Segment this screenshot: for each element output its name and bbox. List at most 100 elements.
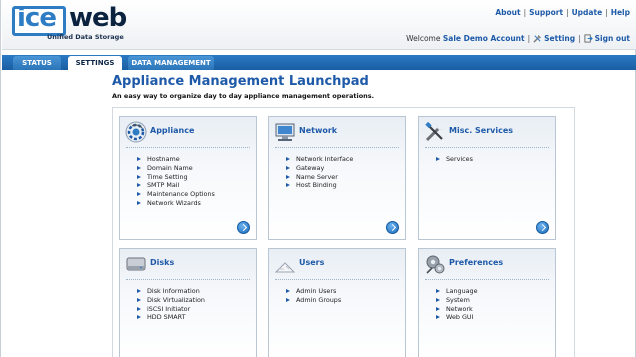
link-label: Host Binding [296, 181, 337, 190]
bullet-icon [436, 315, 440, 320]
page-subtitle: An easy way to organize day to day appli… [112, 92, 375, 100]
link-label: iSCSI Initiator [147, 304, 191, 313]
bullet-icon [436, 157, 440, 161]
user-bar: Welcome Sale Demo Account | Setting | Sign… [406, 34, 630, 43]
users-icon [274, 262, 296, 273]
tab-bar: STATUS SETTINGS DATA MANAGEMENT [2, 55, 636, 70]
link-label: SMTP Mail [147, 181, 180, 190]
link-label: Admin Groups [296, 295, 342, 304]
card-title-disks: Disks [150, 258, 175, 267]
link-hostname[interactable]: Hostname [137, 155, 215, 164]
link-language[interactable]: Language [436, 287, 478, 296]
bullet-icon [137, 306, 141, 311]
link-label: Hostname [147, 155, 180, 163]
separator: | [605, 8, 608, 17]
appliance-icon [125, 121, 147, 143]
logo-ice-text: ice [17, 3, 57, 33]
bullet-icon [436, 297, 440, 302]
disk-icon [126, 257, 146, 271]
link-disk-virtualization[interactable]: Disk Virtualization [137, 296, 205, 305]
link-admin-users[interactable]: Admin Users [286, 287, 341, 296]
bullet-icon [286, 174, 290, 179]
header: ice web Unified Data Storage About | Suppo… [2, 0, 636, 50]
bullet-icon [286, 165, 290, 170]
link-label: Domain Name [147, 163, 193, 172]
card-divider [126, 279, 250, 280]
card-divider [425, 147, 549, 148]
link-system[interactable]: System [436, 296, 478, 305]
link-label: Language [446, 287, 478, 295]
link-services[interactable]: Services [436, 155, 473, 164]
update-link[interactable]: Update [572, 8, 603, 17]
link-gateway[interactable]: Gateway [286, 164, 353, 173]
separator: | [523, 8, 527, 17]
card-divider [425, 279, 549, 280]
link-host-binding[interactable]: Host Binding [286, 181, 353, 190]
link-label: Network [446, 304, 473, 313]
logo-web-text: web [69, 3, 127, 33]
bullet-icon [137, 183, 141, 188]
chevron-right-icon [538, 223, 547, 232]
welcome-label: Welcome [406, 34, 441, 43]
link-network-wizards[interactable]: Network Wizards [137, 199, 215, 208]
bullet-icon [286, 289, 290, 293]
iceweb-logo[interactable]: ice web Unified Data Storage [12, 3, 137, 44]
link-label: Name Server [296, 172, 338, 181]
go-arrow-button-network[interactable] [386, 221, 399, 234]
card-divider [126, 147, 250, 148]
sign-out-icon [584, 34, 593, 43]
card-divider [275, 279, 399, 280]
setting-link[interactable]: Setting [544, 34, 575, 43]
help-link[interactable]: Help [611, 8, 630, 17]
link-hdd-smart[interactable]: HDD SMART [137, 313, 205, 322]
link-smtp-mail[interactable]: SMTP Mail [137, 181, 215, 190]
card-title-misc-services: Misc. Services [449, 126, 514, 135]
link-domain-name[interactable]: Domain Name [137, 164, 215, 173]
card-disks: Disks Disk Information Disk Virtualizati… [119, 248, 257, 357]
bullet-icon [137, 315, 141, 320]
link-maintenance-options[interactable]: Maintenance Options [137, 190, 215, 199]
link-network-interface[interactable]: Network Interface [286, 155, 353, 164]
card-list-misc-services: Services [436, 155, 473, 164]
bullet-icon [137, 297, 141, 302]
about-link[interactable]: About [495, 8, 520, 17]
link-network[interactable]: Network [436, 305, 478, 314]
tab-settings[interactable]: SETTINGS [68, 56, 122, 70]
link-label: Disk Information [147, 287, 200, 295]
account-name-link[interactable]: Sale Demo Account [443, 34, 525, 43]
link-iscsi-initiator[interactable]: iSCSI Initiator [137, 305, 205, 314]
card-list-preferences: Language System Network Web GUI [436, 287, 478, 322]
bullet-icon [286, 297, 290, 302]
link-name-server[interactable]: Name Server [286, 173, 353, 182]
separator: | [578, 34, 581, 43]
go-arrow-button-misc-services[interactable] [536, 221, 549, 234]
separator: | [566, 8, 569, 17]
link-admin-groups[interactable]: Admin Groups [286, 296, 341, 305]
link-label: Network Wizards [147, 198, 201, 207]
bullet-icon [137, 165, 141, 170]
app-frame: ice web Unified Data Storage About | Suppo… [0, 0, 636, 357]
link-web-gui[interactable]: Web GUI [436, 313, 478, 322]
card-network: Network Network Interface Gateway Name S… [268, 116, 406, 240]
card-divider [275, 147, 399, 148]
go-arrow-button-appliance[interactable] [237, 221, 250, 234]
link-label: Time Setting [147, 172, 188, 181]
tab-data-management[interactable]: DATA MANAGEMENT [128, 56, 214, 70]
card-title-users: Users [299, 258, 325, 267]
preferences-icon [426, 255, 445, 274]
link-label: HDD SMART [147, 313, 186, 322]
link-disk-information[interactable]: Disk Information [137, 287, 205, 296]
link-label: Services [446, 155, 473, 163]
sign-out-link[interactable]: Sign out [595, 34, 630, 43]
card-preferences: Preferences Language System Network Web … [418, 248, 556, 357]
card-title-preferences: Preferences [449, 258, 504, 267]
tab-status[interactable]: STATUS [13, 56, 61, 70]
network-icon [275, 123, 295, 141]
support-link[interactable]: Support [529, 8, 563, 17]
card-title-appliance: Appliance [150, 126, 195, 135]
bullet-icon [137, 192, 141, 197]
link-time-setting[interactable]: Time Setting [137, 173, 215, 182]
card-list-users: Admin Users Admin Groups [286, 287, 341, 305]
bullet-icon [436, 306, 440, 311]
bullet-icon [137, 200, 141, 205]
